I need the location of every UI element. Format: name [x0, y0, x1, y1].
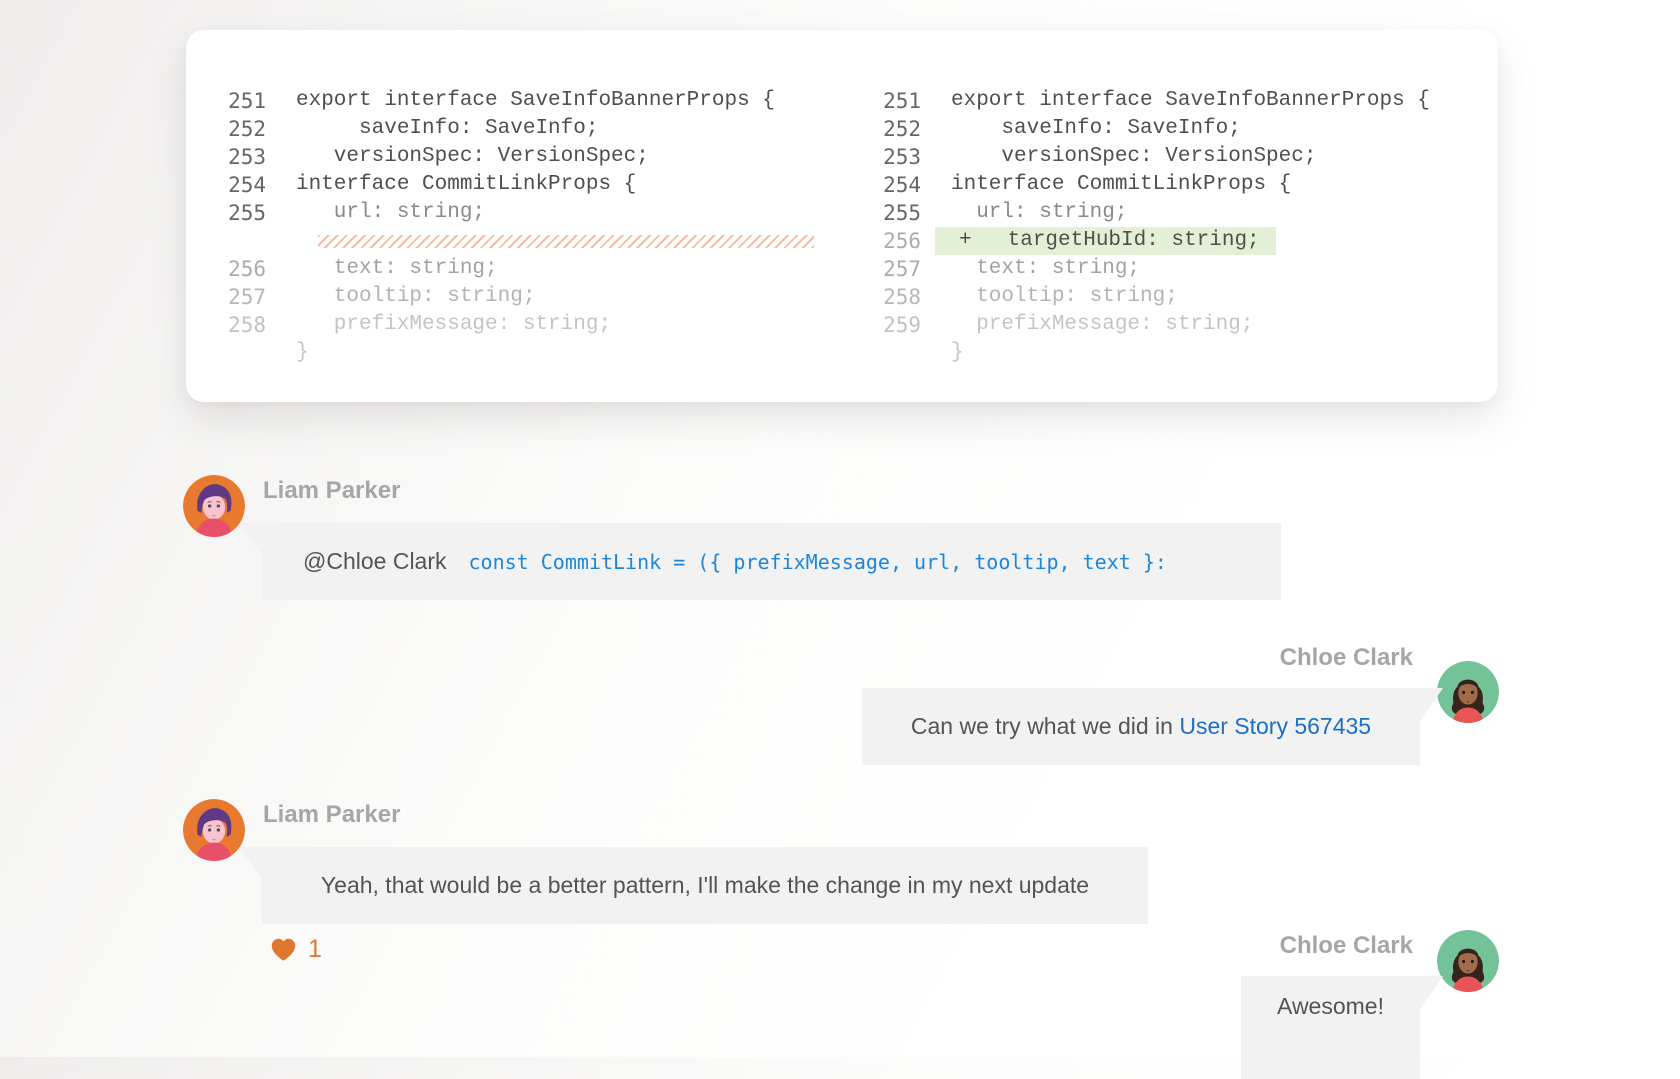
heart-reaction[interactable]: 1 [270, 935, 322, 963]
message-text: Yeah, that would be a better pattern, I'… [321, 872, 1089, 899]
diff-line: 251 export interface SaveInfoBannerProps … [855, 87, 1430, 115]
message-bubble: Yeah, that would be a better pattern, I'… [262, 847, 1148, 924]
message-text: Can we try what we did in [911, 713, 1179, 740]
diff-line: 252 saveInfo: SaveInfo; [855, 115, 1430, 143]
heart-icon [270, 937, 297, 962]
inline-code: const CommitLink = ({ prefixMessage, url… [469, 550, 1167, 574]
line-code: tooltip: string; [296, 283, 535, 311]
added-line-marker: + [959, 227, 972, 255]
line-code: export interface SaveInfoBannerProps { [296, 87, 775, 115]
line-number: 258 [855, 283, 921, 311]
added-line: + targetHubId: string; [935, 227, 1276, 255]
diff-line: 253 versionSpec: VersionSpec; [200, 143, 814, 171]
line-number: 259 [855, 311, 921, 339]
line-code: tooltip: string; [951, 283, 1178, 311]
line-code: targetHubId: string; [1008, 227, 1260, 255]
line-number: 251 [855, 87, 921, 115]
code-diff-card: 251 export interface SaveInfoBannerProps … [186, 30, 1498, 402]
diff-line: 258 tooltip: string; [855, 283, 1430, 311]
diff-line [200, 227, 814, 255]
line-code: saveInfo: SaveInfo; [296, 115, 598, 143]
line-code: url: string; [296, 199, 485, 227]
message-bubble: Can we try what we did in User Story 567… [862, 688, 1420, 765]
line-number: 256 [200, 255, 266, 283]
line-code: saveInfo: SaveInfo; [951, 115, 1241, 143]
line-code: prefixMessage: string; [296, 311, 611, 339]
line-number: 255 [200, 199, 266, 227]
author-name: Chloe Clark [1280, 644, 1413, 672]
line-code: url: string; [951, 199, 1127, 227]
diff-line: 255 url: string; [855, 199, 1430, 227]
line-code: interface CommitLinkProps { [951, 171, 1291, 199]
line-number: 257 [855, 255, 921, 283]
line-code: prefixMessage: string; [951, 311, 1253, 339]
line-code: versionSpec: VersionSpec; [296, 143, 649, 171]
diff-line: 257 tooltip: string; [200, 283, 814, 311]
diff-line: 259 prefixMessage: string; [855, 311, 1430, 339]
line-number: 253 [200, 143, 266, 171]
page-background: { "colors": { "added_line_bg": "#E4F0D6"… [0, 0, 1680, 1057]
author-name: Liam Parker [263, 801, 400, 829]
line-code: text: string; [296, 255, 498, 283]
reaction-count: 1 [308, 935, 322, 963]
avatar-chloe-clark [1437, 930, 1499, 992]
diff-line: 254 interface CommitLinkProps { [200, 171, 814, 199]
work-item-link[interactable]: User Story 567435 [1179, 713, 1371, 740]
author-name: Liam Parker [263, 477, 400, 505]
avatar-liam-parker [183, 799, 245, 861]
line-code: versionSpec: VersionSpec; [951, 143, 1316, 171]
diff-line: 258 prefixMessage: string; [200, 311, 814, 339]
line-number: 251 [200, 87, 266, 115]
line-number: 256 [855, 227, 921, 255]
line-code: export interface SaveInfoBannerProps { [951, 87, 1430, 115]
avatar-liam-parker [183, 475, 245, 537]
line-number: 254 [855, 171, 921, 199]
line-number: 255 [855, 199, 921, 227]
diff-line: 256 + targetHubId: string; [855, 227, 1430, 255]
line-code: } [951, 339, 964, 367]
diff-panel-original: 251 export interface SaveInfoBannerProps … [200, 87, 814, 367]
line-code: } [296, 339, 309, 367]
line-number: 252 [855, 115, 921, 143]
bubble-tail [1420, 688, 1443, 721]
diff-line: 251 export interface SaveInfoBannerProps … [200, 87, 814, 115]
line-number: 258 [200, 311, 266, 339]
removed-range-hatch [318, 235, 814, 248]
message-text: @Chloe Clark [303, 548, 447, 575]
line-number: 253 [855, 143, 921, 171]
bubble-tail [1420, 976, 1443, 1009]
message-bubble: @Chloe Clark const CommitLink = ({ prefix… [262, 523, 1281, 600]
diff-line: 254 interface CommitLinkProps { [855, 171, 1430, 199]
diff-line: 252 saveInfo: SaveInfo; [200, 115, 814, 143]
diff-line: 257 text: string; [855, 255, 1430, 283]
diff-line: 256 text: string; [200, 255, 814, 283]
diff-line: 253 versionSpec: VersionSpec; [855, 143, 1430, 171]
diff-line: } [200, 339, 814, 367]
avatar-chloe-clark [1437, 661, 1499, 723]
bubble-tail [239, 847, 262, 880]
line-code: text: string; [951, 255, 1140, 283]
line-number: 254 [200, 171, 266, 199]
author-name: Chloe Clark [1280, 932, 1413, 960]
bubble-tail [239, 523, 262, 556]
diff-panel-modified: 251 export interface SaveInfoBannerProps … [855, 87, 1430, 367]
message-bubble: Awesome! [1241, 976, 1420, 1079]
diff-line: } [855, 339, 1430, 367]
line-number: 252 [200, 115, 266, 143]
line-number: 257 [200, 283, 266, 311]
line-code: interface CommitLinkProps { [296, 171, 636, 199]
message-text: Awesome! [1277, 993, 1384, 1020]
diff-line: 255 url: string; [200, 199, 814, 227]
